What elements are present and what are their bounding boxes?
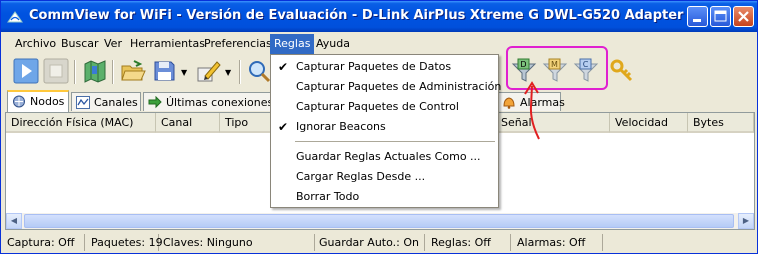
menu-reglas[interactable]: Reglas bbox=[270, 34, 315, 54]
scroll-right-button[interactable]: ▶ bbox=[738, 213, 754, 229]
tab-ultimas-conexiones[interactable]: Últimas conexiones IP bbox=[143, 92, 287, 111]
scroll-thumb[interactable] bbox=[24, 214, 734, 228]
menu-item-capturar-control[interactable]: Capturar Paquetes de Control bbox=[272, 97, 497, 117]
tab-label: Nodos bbox=[30, 95, 65, 108]
toolbar-separator bbox=[239, 60, 241, 84]
maximize-button[interactable] bbox=[710, 6, 731, 27]
scroll-left-button[interactable]: ◀ bbox=[6, 213, 22, 229]
open-folder-icon[interactable] bbox=[120, 58, 146, 84]
menu-separator bbox=[295, 141, 495, 142]
key-icon[interactable] bbox=[609, 58, 635, 84]
connections-icon bbox=[148, 96, 162, 109]
toolbar-separator bbox=[74, 60, 76, 84]
menu-archivo[interactable]: Archivo bbox=[11, 34, 60, 54]
menu-bar: Archivo Buscar Ver Herramientas Preferen… bbox=[5, 34, 755, 54]
save-icon[interactable] bbox=[151, 58, 177, 84]
menu-item-label: Borrar Todo bbox=[296, 190, 360, 203]
status-captura: Captura: Off bbox=[3, 234, 85, 251]
tab-nodos[interactable]: Nodos bbox=[7, 90, 69, 112]
menu-preferencias[interactable]: Preferencias bbox=[200, 34, 276, 54]
status-reglas: Reglas: Off bbox=[427, 234, 511, 251]
column-header-canal[interactable]: Canal bbox=[156, 113, 220, 133]
annotation-arrow-icon bbox=[524, 81, 540, 140]
menu-item-cargar-reglas[interactable]: Cargar Reglas Desde ... bbox=[272, 167, 497, 187]
menu-item-label: Guardar Reglas Actuales Como ... bbox=[296, 150, 481, 163]
map-icon[interactable] bbox=[82, 58, 108, 84]
menu-item-ignorar-beacons[interactable]: ✔ Ignorar Beacons bbox=[272, 117, 497, 137]
commview-app-icon[interactable] bbox=[7, 9, 23, 25]
status-claves: Claves: Ninguno bbox=[159, 234, 315, 251]
menu-item-label: Capturar Paquetes de Control bbox=[296, 100, 459, 113]
column-header-senal[interactable]: Señal bbox=[496, 113, 610, 133]
menu-item-label: Ignorar Beacons bbox=[296, 120, 386, 133]
minimize-button[interactable] bbox=[687, 6, 708, 27]
nodes-icon bbox=[13, 95, 25, 108]
search-icon[interactable] bbox=[246, 58, 272, 84]
close-icon bbox=[738, 11, 749, 22]
menu-ver[interactable]: Ver bbox=[100, 34, 126, 54]
column-header-bytes[interactable]: Bytes bbox=[688, 113, 754, 133]
menu-buscar[interactable]: Buscar bbox=[57, 34, 103, 54]
column-header-tipo[interactable]: Tipo bbox=[220, 113, 272, 133]
minimize-icon bbox=[693, 19, 701, 22]
window-title: CommView for WiFi - Versión de Evaluació… bbox=[29, 8, 684, 23]
checkmark-icon: ✔ bbox=[278, 120, 289, 134]
menu-item-capturar-administracion[interactable]: Capturar Paquetes de Administración bbox=[272, 77, 501, 97]
column-header-mac[interactable]: Dirección Física (MAC) bbox=[6, 113, 156, 133]
close-button[interactable] bbox=[733, 6, 754, 27]
menu-herramientas[interactable]: Herramientas bbox=[126, 34, 209, 54]
alarm-icon bbox=[503, 97, 515, 109]
menu-item-label: Cargar Reglas Desde ... bbox=[296, 170, 426, 183]
status-paquetes: Paquetes: 19 bbox=[87, 234, 163, 251]
reglas-menu: ✔ Capturar Paquetes de Datos Capturar Pa… bbox=[270, 54, 501, 208]
tab-canales[interactable]: Canales bbox=[71, 92, 141, 111]
menu-item-guardar-reglas[interactable]: Guardar Reglas Actuales Como ... bbox=[272, 147, 497, 167]
channels-icon bbox=[76, 96, 90, 109]
status-guardar-auto: Guardar Auto.: On bbox=[315, 234, 425, 251]
menu-item-label: Capturar Paquetes de Datos bbox=[296, 60, 452, 73]
title-bar[interactable]: CommView for WiFi - Versión de Evaluació… bbox=[1, 1, 757, 32]
column-header-velocidad[interactable]: Velocidad bbox=[610, 113, 688, 133]
tab-label: Canales bbox=[94, 96, 138, 109]
play-icon[interactable] bbox=[13, 58, 39, 84]
maximize-icon bbox=[714, 10, 727, 22]
horizontal-scrollbar[interactable]: ◀ ▶ bbox=[6, 213, 754, 229]
dropdown-arrow-icon[interactable]: ▼ bbox=[225, 68, 231, 77]
app-window: CommView for WiFi - Versión de Evaluació… bbox=[0, 0, 758, 254]
menu-item-capturar-datos[interactable]: ✔ Capturar Paquetes de Datos bbox=[272, 57, 497, 77]
menu-item-label: Capturar Paquetes de Administración bbox=[296, 80, 502, 93]
edit-icon[interactable] bbox=[195, 58, 221, 84]
toolbar-separator bbox=[112, 60, 114, 84]
menu-item-borrar-todo[interactable]: Borrar Todo bbox=[272, 187, 497, 207]
dropdown-arrow-icon[interactable]: ▼ bbox=[181, 68, 187, 77]
menu-ayuda[interactable]: Ayuda bbox=[312, 34, 354, 54]
stop-icon[interactable] bbox=[43, 58, 69, 84]
checkmark-icon: ✔ bbox=[278, 60, 289, 74]
status-alarmas: Alarmas: Off bbox=[513, 234, 603, 251]
tab-label: Últimas conexiones IP bbox=[166, 96, 287, 109]
status-bar: Captura: Off Paquetes: 19 Claves: Ningun… bbox=[1, 233, 757, 253]
